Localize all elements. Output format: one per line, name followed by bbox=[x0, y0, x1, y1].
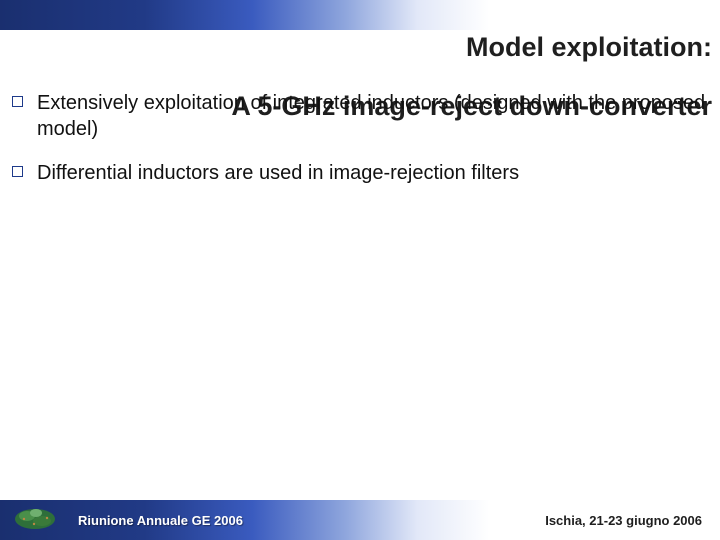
slide: Model exploitation: A 5-GHz image-reject… bbox=[0, 0, 720, 540]
footer-right-text: Ischia, 21-23 giugno 2006 bbox=[545, 513, 702, 528]
square-bullet-icon bbox=[12, 166, 23, 177]
bullet-text: Extensively exploitation of integrated i… bbox=[37, 90, 708, 142]
bullet-text: Differential inductors are used in image… bbox=[37, 160, 519, 186]
bullet-item: Differential inductors are used in image… bbox=[12, 160, 708, 186]
bullet-item: Extensively exploitation of integrated i… bbox=[12, 90, 708, 142]
logo-icon bbox=[12, 499, 58, 533]
slide-body: Extensively exploitation of integrated i… bbox=[12, 90, 708, 204]
title-line-1: Model exploitation: bbox=[466, 32, 712, 62]
footer-left-text: Riunione Annuale GE 2006 bbox=[78, 513, 243, 528]
square-bullet-icon bbox=[12, 96, 23, 107]
